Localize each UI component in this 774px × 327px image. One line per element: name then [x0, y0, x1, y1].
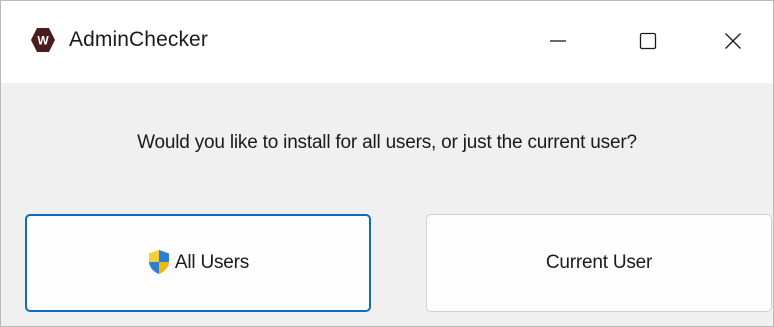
maximize-icon — [639, 32, 657, 50]
title-bar[interactable]: W AdminChecker — [1, 1, 773, 83]
current-user-button[interactable]: Current User — [426, 214, 772, 312]
install-scope-prompt: Would you like to install for all users,… — [137, 132, 637, 153]
uac-shield-icon — [148, 250, 169, 274]
close-icon — [725, 33, 741, 49]
all-users-button[interactable]: All Users — [25, 214, 371, 312]
maximize-button[interactable] — [603, 1, 693, 81]
window-title: AdminChecker — [69, 28, 208, 51]
close-button[interactable] — [693, 1, 773, 81]
admin-checker-window: W AdminChecker Would you like to install… — [0, 0, 774, 327]
dialog-body: Would you like to install for all users,… — [1, 83, 773, 326]
current-user-label: Current User — [545, 252, 653, 273]
minimize-icon — [550, 40, 566, 42]
minimize-button[interactable] — [513, 1, 603, 81]
svg-text:W: W — [37, 34, 49, 48]
all-users-label: All Users — [174, 252, 250, 273]
w-hexagon-icon: W — [31, 28, 55, 52]
